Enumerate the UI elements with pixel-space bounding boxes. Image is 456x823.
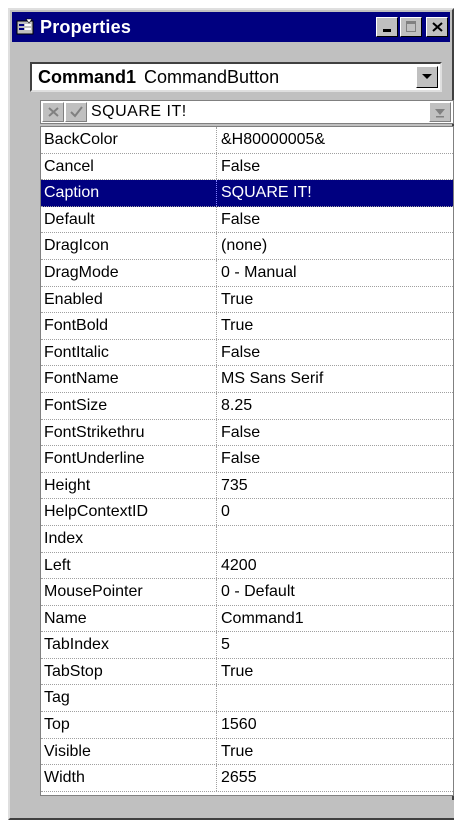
property-value[interactable]: 2655 [217, 765, 453, 791]
property-value[interactable]: 5 [217, 632, 453, 658]
property-row[interactable]: FontSize 8.25 [41, 392, 453, 420]
property-row[interactable]: Name Command1 [41, 605, 453, 633]
property-name[interactable]: Left [41, 552, 217, 579]
cancel-edit-button[interactable] [42, 102, 64, 122]
object-selector[interactable]: Command1 CommandButton [30, 62, 442, 92]
property-name[interactable]: Width [41, 765, 217, 791]
property-row[interactable]: Left 4200 [41, 552, 453, 580]
property-row[interactable]: FontBold True [41, 313, 453, 340]
accept-edit-button[interactable] [65, 102, 87, 122]
property-row[interactable]: Default False [41, 206, 453, 234]
property-row[interactable]: Index [41, 525, 453, 553]
x-icon [48, 107, 59, 117]
property-row[interactable]: Width 2655 [41, 765, 453, 792]
property-name[interactable]: Cancel [41, 153, 217, 180]
property-name[interactable]: Default [41, 206, 217, 233]
property-row[interactable]: TabIndex 5 [41, 632, 453, 659]
properties-icon [16, 18, 34, 35]
property-value[interactable]: MS Sans Serif [217, 366, 453, 392]
chevron-down-icon [422, 74, 432, 79]
property-name[interactable]: DragMode [41, 259, 217, 286]
property-value[interactable]: (none) [217, 233, 453, 259]
property-row[interactable]: TabStop True [41, 658, 453, 686]
object-dropdown-button[interactable] [416, 66, 438, 88]
property-value[interactable]: 0 [217, 499, 453, 525]
property-name[interactable]: BackColor [41, 127, 217, 153]
ellipsis-icon [435, 109, 445, 118]
property-row[interactable]: Visible True [41, 738, 453, 766]
property-row[interactable]: Tag [41, 685, 453, 713]
property-row[interactable]: Height 735 [41, 472, 453, 500]
property-name[interactable]: HelpContextID [41, 499, 217, 525]
property-row[interactable]: Enabled True [41, 286, 453, 314]
check-icon [70, 106, 83, 118]
property-value[interactable]: True [217, 739, 453, 765]
property-value[interactable]: 8.25 [217, 393, 453, 419]
property-name[interactable]: Caption [41, 180, 217, 206]
property-value[interactable]: False [217, 340, 453, 366]
window-title: Properties [40, 16, 132, 37]
property-name[interactable]: FontItalic [41, 339, 217, 366]
property-value[interactable]: False [217, 446, 453, 472]
property-row[interactable]: HelpContextID 0 [41, 499, 453, 526]
property-name[interactable]: FontStrikethru [41, 419, 217, 446]
property-row[interactable]: Top 1560 [41, 712, 453, 739]
property-value[interactable]: &H80000005& [217, 127, 453, 153]
close-icon [432, 22, 443, 32]
property-row[interactable]: BackColor &H80000005& [41, 127, 453, 154]
title-bar[interactable]: Properties [12, 12, 450, 42]
property-name[interactable]: TabIndex [41, 632, 217, 658]
property-value-input[interactable]: SQUARE IT! [91, 103, 187, 121]
property-row[interactable]: FontUnderline False [41, 446, 453, 473]
property-name[interactable]: TabStop [41, 658, 217, 685]
property-name[interactable]: FontSize [41, 392, 217, 419]
property-value[interactable]: 0 - Default [217, 579, 453, 605]
property-name[interactable]: Enabled [41, 286, 217, 313]
property-row[interactable]: FontStrikethru False [41, 419, 453, 447]
property-name[interactable]: DragIcon [41, 233, 217, 259]
property-grid: BackColor &H80000005& Cancel False Caption SQ… [40, 126, 454, 796]
property-name[interactable]: FontUnderline [41, 446, 217, 472]
property-value[interactable] [217, 526, 453, 552]
object-type: CommandButton [144, 66, 280, 87]
property-value[interactable]: True [217, 659, 453, 685]
property-row[interactable]: DragMode 0 - Manual [41, 259, 453, 287]
property-value[interactable]: SQUARE IT! [217, 180, 453, 206]
grid-bottom-area [40, 800, 454, 818]
property-name[interactable]: Top [41, 712, 217, 738]
value-list-button[interactable] [429, 102, 451, 122]
property-value[interactable]: True [217, 287, 453, 313]
property-edit-row: SQUARE IT! [40, 100, 454, 124]
properties-window: Properties Command1 CommandButton SQUARE… [8, 8, 454, 820]
property-row[interactable]: Caption SQUARE IT! [41, 180, 453, 207]
property-value[interactable]: True [217, 313, 453, 339]
property-value[interactable]: 4200 [217, 553, 453, 579]
property-name[interactable]: Name [41, 605, 217, 632]
maximize-button[interactable] [400, 17, 422, 37]
minimize-button[interactable] [376, 17, 398, 37]
property-name[interactable]: Visible [41, 738, 217, 765]
property-row[interactable]: DragIcon (none) [41, 233, 453, 260]
property-name[interactable]: Index [41, 525, 217, 552]
property-name[interactable]: Tag [41, 685, 217, 712]
close-button[interactable] [426, 17, 448, 37]
property-value[interactable]: 0 - Manual [217, 260, 453, 286]
property-name[interactable]: FontBold [41, 313, 217, 339]
property-value[interactable]: 735 [217, 473, 453, 499]
property-name[interactable]: FontName [41, 366, 217, 392]
property-value[interactable]: Command1 [217, 606, 453, 632]
object-name: Command1 [38, 66, 137, 87]
property-name[interactable]: MousePointer [41, 579, 217, 605]
property-row[interactable]: FontItalic False [41, 339, 453, 367]
property-value[interactable]: 1560 [217, 712, 453, 738]
property-value[interactable]: False [217, 207, 453, 233]
property-value[interactable]: False [217, 420, 453, 446]
property-name[interactable]: Height [41, 472, 217, 499]
property-value[interactable]: False [217, 154, 453, 180]
property-row[interactable]: FontName MS Sans Serif [41, 366, 453, 393]
property-row[interactable]: Cancel False [41, 153, 453, 181]
property-row[interactable]: MousePointer 0 - Default [41, 579, 453, 606]
property-value[interactable] [217, 685, 453, 711]
